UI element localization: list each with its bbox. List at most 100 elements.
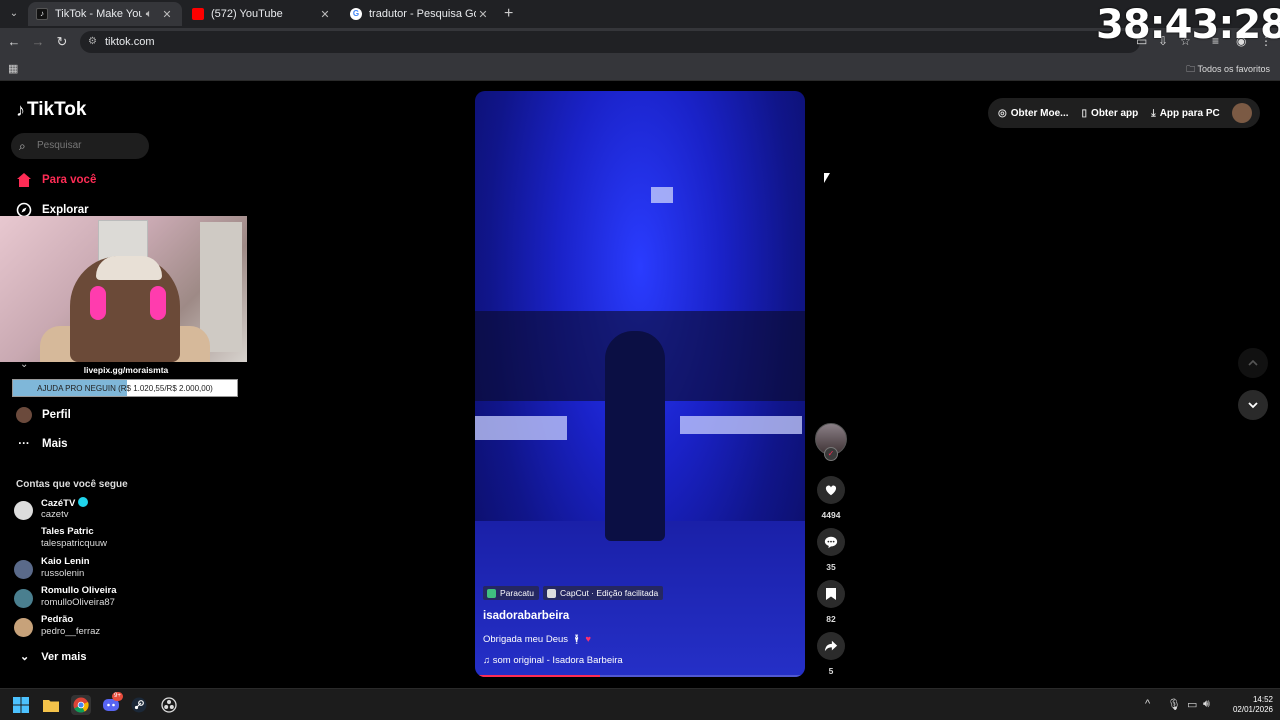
share-icon <box>824 640 838 652</box>
close-tab-icon[interactable]: ✕ <box>318 8 332 21</box>
folder-icon: 🗀︎ <box>1186 64 1196 74</box>
header-actions: ◎ Obter Moe... ▯ Obter app ⤓ App para PC <box>988 98 1260 128</box>
home-icon <box>16 172 32 188</box>
tab-search-dropdown-icon[interactable]: ⌄ <box>6 6 22 22</box>
nav-label: Explorar <box>42 204 89 216</box>
previous-video-button[interactable] <box>1238 348 1268 378</box>
tiktok-icon: ♪ <box>36 8 48 20</box>
location-pin-icon <box>487 588 496 598</box>
save-count: 82 <box>826 614 836 624</box>
nav-for-you[interactable]: Para você <box>16 172 96 188</box>
video-player[interactable]: Paracatu CapCut · Edição facilitada isad… <box>475 91 805 677</box>
site-info-icon[interactable]: ⚙ <box>88 36 100 48</box>
stream-timer: 38:43:28 <box>1096 2 1280 48</box>
account-user: talespatricquuw <box>41 538 108 549</box>
tiktok-page: ♪ TikTok ⌕ Pesquisar Para você Explorar … <box>0 81 1280 688</box>
clock-date: 02/01/2026 <box>1232 705 1273 714</box>
video-description: Obrigada meu Deus 🕴︎ ♥ <box>483 634 591 645</box>
nav-profile[interactable]: Perfil <box>16 407 71 423</box>
see-more-label: Ver mais <box>41 650 87 663</box>
heart-icon <box>825 485 837 496</box>
account-name: Romullo Oliveira <box>41 585 117 596</box>
discord-icon[interactable]: 9+ <box>102 692 123 714</box>
address-bar[interactable]: ⚙ tiktok.com <box>80 31 1140 53</box>
verified-badge-icon <box>78 497 89 507</box>
video-progress[interactable] <box>475 675 805 677</box>
system-clock[interactable]: 14:52 02/01/2026 <box>1225 695 1273 715</box>
video-progress-fill <box>475 675 601 677</box>
music-note-icon: ♫ <box>483 655 491 666</box>
tab-youtube[interactable]: (572) YouTube ✕ <box>184 2 340 26</box>
forward-arrow-icon[interactable]: → <box>30 34 46 50</box>
avatar <box>14 501 33 520</box>
share-count: 5 <box>828 666 834 676</box>
search-icon: ⌕ <box>19 139 26 153</box>
coin-icon: ◎ <box>998 107 1007 119</box>
clock-time: 14:52 <box>1252 695 1273 704</box>
windows-taskbar: 9+ ^ 🎙︎ ▭ 🔊︎ 14:52 02/01/2026 <box>0 688 1280 720</box>
close-tab-icon[interactable]: ✕ <box>476 8 490 21</box>
webcam-overlay <box>0 216 247 362</box>
nav-label: Mais <box>42 438 68 450</box>
account-name: Pedrão <box>41 614 74 625</box>
discord-badge: 9+ <box>112 692 123 701</box>
account-user: cazetv <box>41 509 69 520</box>
donation-goal-label: AJUDA PRO NEGUIN (R$ 1.020,55/R$ 2.000,0… <box>37 384 213 393</box>
video-music[interactable]: ♫ som original - Isadora Barbeira <box>483 655 623 666</box>
close-tab-icon[interactable]: ✕ <box>160 8 174 21</box>
see-more-button[interactable]: ⌄ Ver mais <box>20 650 87 664</box>
user-avatar[interactable] <box>1232 103 1252 123</box>
nav-label: Para você <box>42 174 97 186</box>
capcut-tag[interactable]: CapCut · Edição facilitada <box>543 586 664 600</box>
account-user: pedro__ferraz <box>41 626 101 637</box>
pc-app-button[interactable]: ⤓ App para PC <box>1151 108 1219 119</box>
reload-icon[interactable]: ↻ <box>54 34 70 50</box>
location-label: Paracatu <box>500 588 535 598</box>
file-explorer-icon[interactable] <box>42 696 60 714</box>
share-button[interactable] <box>817 632 845 660</box>
chrome-icon[interactable] <box>71 695 91 715</box>
video-author[interactable]: isadorabarbeira <box>483 610 569 622</box>
account-user: romulloOliveira87 <box>41 597 115 608</box>
follow-check-icon[interactable]: ✓ <box>824 447 838 461</box>
nav-more[interactable]: ··· Mais <box>16 436 68 452</box>
heart-emoji-icon: ♥ <box>585 634 592 645</box>
youtube-icon <box>192 8 204 20</box>
obs-icon[interactable] <box>160 696 178 714</box>
account-name: Kaio Lenin <box>41 556 90 567</box>
all-bookmarks-button[interactable]: 🗀︎ Todos os favoritos <box>1186 62 1270 78</box>
speaker-icon[interactable]: 🔈︎ <box>142 8 156 21</box>
steam-icon[interactable] <box>130 696 148 714</box>
tab-tiktok[interactable]: ♪ TikTok - Make Your Day 🔈︎ ✕ <box>28 2 182 26</box>
chevron-down-icon: ⌄ <box>20 651 30 663</box>
tab-label: tradutor - Pesquisa Google <box>369 8 476 20</box>
microphone-icon[interactable]: 🎙︎ <box>1167 698 1181 711</box>
url-text: tiktok.com <box>105 36 155 48</box>
avatar <box>14 560 33 579</box>
tiktok-note-icon: ♪ <box>16 99 25 120</box>
comment-button[interactable] <box>817 528 845 556</box>
windows-start-icon[interactable] <box>12 696 30 714</box>
like-button[interactable] <box>817 476 845 504</box>
volume-icon[interactable]: 🔊︎ <box>1203 698 1210 711</box>
donation-url: livepix.gg/moraismta <box>83 365 169 375</box>
browser-tab-strip: ⌄ ♪ TikTok - Make Your Day 🔈︎ ✕ (572) Yo… <box>0 0 1280 28</box>
music-label: som original - Isadora Barbeira <box>492 655 623 666</box>
network-icon[interactable]: ▭ <box>1187 698 1197 711</box>
avatar <box>14 589 33 608</box>
apps-grid-icon[interactable]: ▦ <box>8 62 18 75</box>
get-coins-button[interactable]: ◎ Obter Moe... <box>998 108 1069 119</box>
new-tab-button[interactable]: + <box>504 5 513 23</box>
like-count: 4494 <box>821 510 841 520</box>
all-bookmarks-label: Todos os favoritos <box>1197 64 1270 74</box>
next-video-button[interactable] <box>1238 390 1268 420</box>
search-input[interactable]: ⌕ Pesquisar <box>11 133 149 159</box>
location-tag[interactable]: Paracatu <box>483 586 540 600</box>
tab-google[interactable]: G tradutor - Pesquisa Google ✕ <box>342 2 498 26</box>
save-button[interactable] <box>817 580 845 608</box>
tiktok-logo[interactable]: ♪ TikTok <box>16 99 86 121</box>
back-arrow-icon[interactable]: ← <box>6 34 22 50</box>
get-app-button[interactable]: ▯ Obter app <box>1082 108 1139 119</box>
person-emoji-icon: 🕴︎ <box>570 634 583 645</box>
tray-overflow-icon[interactable]: ^ <box>1145 698 1150 710</box>
